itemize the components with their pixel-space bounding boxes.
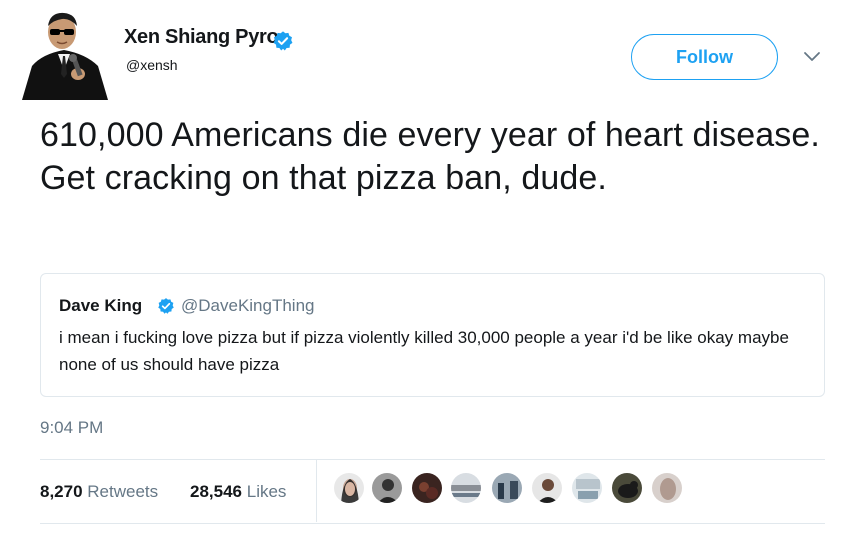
likes-count: 28,546 (190, 482, 242, 501)
quoted-author-handle: @DaveKingThing (181, 296, 315, 315)
author-handle[interactable]: @xensh (126, 57, 178, 73)
quoted-tweet-text: i mean i fucking love pizza but if pizza… (59, 328, 789, 374)
liker-avatar-1[interactable] (333, 472, 365, 504)
liker-avatar-3[interactable] (411, 472, 443, 504)
liker-avatar-7[interactable] (571, 472, 603, 504)
liker-portrait-icon (334, 473, 364, 503)
tweet-text: 610,000 Americans die every year of hear… (40, 116, 820, 197)
liker-avatar-9[interactable] (651, 472, 683, 504)
tweet-timestamp[interactable]: 9:04 PM (40, 418, 103, 438)
liker-avatar-4[interactable] (450, 472, 482, 504)
author-display-name[interactable]: Xen Shiang Pyro (124, 26, 279, 49)
divider-bottom (40, 523, 825, 524)
quoted-author-name: Dave King (59, 296, 143, 315)
chevron-down-icon[interactable] (803, 50, 821, 64)
liker-portrait-icon (492, 473, 522, 503)
follow-button[interactable]: Follow (631, 34, 778, 80)
liker-portrait-icon (532, 473, 562, 503)
likes-label: Likes (246, 482, 287, 501)
liker-portrait-icon (612, 473, 642, 503)
verified-badge-icon (273, 31, 293, 51)
liker-portrait-icon (572, 473, 602, 503)
liker-avatar-8[interactable] (611, 472, 643, 504)
liker-avatar-5[interactable] (491, 472, 523, 504)
quoted-tweet-card[interactable]: Dave King @DaveKingThing i mean i fuckin… (40, 273, 825, 397)
retweets-label: Retweets (87, 482, 159, 501)
liker-portrait-icon (412, 473, 442, 503)
liker-portrait-icon (451, 473, 481, 503)
liker-portrait-icon (372, 473, 402, 503)
retweets-stat[interactable]: 8,270 Retweets (40, 482, 158, 502)
liker-avatar-6[interactable] (531, 472, 563, 504)
retweets-count: 8,270 (40, 482, 83, 501)
stats-vertical-divider (316, 460, 317, 522)
divider-top (40, 459, 825, 460)
avatar-man-in-suit-icon (22, 12, 108, 100)
liker-portrait-icon (652, 473, 682, 503)
liker-avatar-2[interactable] (371, 472, 403, 504)
author-avatar[interactable] (12, 4, 116, 100)
likes-stat[interactable]: 28,546 Likes (190, 482, 286, 502)
quoted-verified-badge-icon (158, 298, 174, 314)
